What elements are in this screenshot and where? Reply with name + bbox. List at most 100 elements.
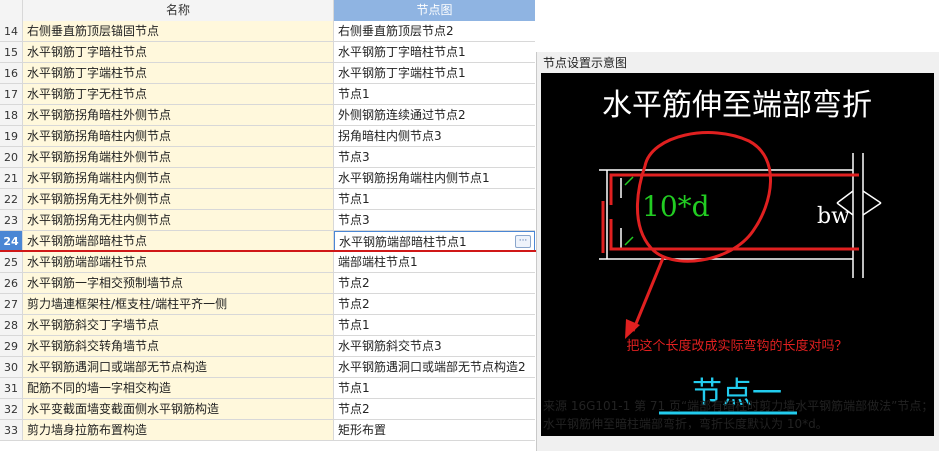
row-name-cell[interactable]: 水平钢筋丁字暗柱节点 xyxy=(23,42,334,63)
row-number[interactable]: 19 xyxy=(0,126,23,147)
row-name-cell[interactable]: 水平钢筋一字相交预制墙节点 xyxy=(23,273,334,294)
row-node-cell[interactable]: 节点2 xyxy=(334,273,535,294)
row-name-cell[interactable]: 水平钢筋拐角无柱外侧节点 xyxy=(23,189,334,210)
table-row[interactable]: 33 剪力墙身拉筋布置构造 矩形布置 xyxy=(0,420,535,441)
row-number[interactable]: 16 xyxy=(0,63,23,84)
red-annotation-line xyxy=(0,250,542,252)
table-row[interactable]: 31 配筋不同的墙一字相交构造 节点1 xyxy=(0,378,535,399)
row-number-header xyxy=(0,0,23,22)
row-node-value: 拐角暗柱内侧节点3 xyxy=(338,129,442,143)
row-name-cell[interactable]: 水平钢筋拐角无柱内侧节点 xyxy=(23,210,334,231)
table-row[interactable]: 24 水平钢筋端部暗柱节点 水平钢筋端部暗柱节点1 ··· xyxy=(0,231,535,252)
row-node-cell[interactable]: 右侧垂直筋顶层节点2 xyxy=(334,21,535,42)
row-number[interactable]: 29 xyxy=(0,336,23,357)
row-name-cell[interactable]: 水平钢筋丁字端柱节点 xyxy=(23,63,334,84)
row-number[interactable]: 14 xyxy=(0,21,23,42)
row-node-cell[interactable]: 节点3 xyxy=(334,210,535,231)
table-row[interactable]: 19 水平钢筋拐角暗柱内侧节点 拐角暗柱内侧节点3 xyxy=(0,126,535,147)
node-column-header[interactable]: 节点图 xyxy=(334,0,535,22)
diagram-heading: 水平筋伸至端部弯折 xyxy=(602,88,872,123)
row-name-cell[interactable]: 右侧垂直筋顶层锚固节点 xyxy=(23,21,334,42)
row-node-cell[interactable]: 水平钢筋斜交节点3 xyxy=(334,336,535,357)
row-name-cell[interactable]: 水平钢筋端部端柱节点 xyxy=(23,252,334,273)
table-row[interactable]: 18 水平钢筋拐角暗柱外侧节点 外侧钢筋连续通过节点2 xyxy=(0,105,535,126)
row-node-value: 水平钢筋遇洞口或端部无节点构造2 xyxy=(338,360,526,374)
row-node-value: 节点1 xyxy=(338,192,370,206)
row-node-value: 节点1 xyxy=(338,87,370,101)
row-node-cell[interactable]: 节点1 xyxy=(334,315,535,336)
row-node-cell[interactable]: 水平钢筋丁字端柱节点1 xyxy=(334,63,535,84)
node-preview-panel: 节点设置示意图 水平筋伸至端部弯折 10*d bw 把这个长度改成实际弯钩的长度… xyxy=(536,52,939,451)
row-number[interactable]: 31 xyxy=(0,378,23,399)
name-column-header[interactable]: 名称 xyxy=(23,0,334,22)
row-name-cell[interactable]: 水平钢筋端部暗柱节点 xyxy=(23,231,334,252)
annotation-question: 把这个长度改成实际弯钩的长度对吗？ xyxy=(626,338,847,354)
row-number[interactable]: 32 xyxy=(0,399,23,420)
row-name-cell[interactable]: 水平变截面墙变截面侧水平钢筋构造 xyxy=(23,399,334,420)
table-row[interactable]: 20 水平钢筋拐角端柱外侧节点 节点3 xyxy=(0,147,535,168)
row-number[interactable]: 30 xyxy=(0,357,23,378)
table-row[interactable]: 28 水平钢筋斜交丁字墙节点 节点1 xyxy=(0,315,535,336)
table-row[interactable]: 26 水平钢筋一字相交预制墙节点 节点2 xyxy=(0,273,535,294)
table-row[interactable]: 14 右侧垂直筋顶层锚固节点 右侧垂直筋顶层节点2 xyxy=(0,21,535,42)
row-node-cell[interactable]: 水平钢筋遇洞口或端部无节点构造2 xyxy=(334,357,535,378)
row-number[interactable]: 21 xyxy=(0,168,23,189)
row-node-value: 水平钢筋丁字端柱节点1 xyxy=(338,66,466,80)
row-name-cell[interactable]: 水平钢筋拐角暗柱外侧节点 xyxy=(23,105,334,126)
row-name-cell[interactable]: 剪力墙身拉筋布置构造 xyxy=(23,420,334,441)
row-name-cell[interactable]: 水平钢筋斜交转角墙节点 xyxy=(23,336,334,357)
row-number[interactable]: 24 xyxy=(0,231,23,252)
table-row[interactable]: 32 水平变截面墙变截面侧水平钢筋构造 节点2 xyxy=(0,399,535,420)
row-name-cell[interactable]: 水平钢筋拐角端柱外侧节点 xyxy=(23,147,334,168)
row-node-cell[interactable]: 节点1 xyxy=(334,189,535,210)
row-number[interactable]: 28 xyxy=(0,315,23,336)
table-row[interactable]: 17 水平钢筋丁字无柱节点 节点1 xyxy=(0,84,535,105)
row-node-cell[interactable]: 节点1 xyxy=(334,378,535,399)
table-row[interactable]: 16 水平钢筋丁字端柱节点 水平钢筋丁字端柱节点1 xyxy=(0,63,535,84)
row-name-cell[interactable]: 水平钢筋拐角暗柱内侧节点 xyxy=(23,126,334,147)
row-number[interactable]: 17 xyxy=(0,84,23,105)
row-number[interactable]: 18 xyxy=(0,105,23,126)
row-name-cell[interactable]: 水平钢筋拐角端柱内侧节点 xyxy=(23,168,334,189)
table-row[interactable]: 15 水平钢筋丁字暗柱节点 水平钢筋丁字暗柱节点1 xyxy=(0,42,535,63)
row-node-value: 节点3 xyxy=(338,213,370,227)
row-node-cell[interactable]: 水平钢筋拐角端柱内侧节点1 xyxy=(334,168,535,189)
table-row[interactable]: 22 水平钢筋拐角无柱外侧节点 节点1 xyxy=(0,189,535,210)
row-number[interactable]: 27 xyxy=(0,294,23,315)
row-number[interactable]: 23 xyxy=(0,210,23,231)
row-number[interactable]: 20 xyxy=(0,147,23,168)
row-node-value: 水平钢筋丁字暗柱节点1 xyxy=(338,45,466,59)
table-row[interactable]: 30 水平钢筋遇洞口或端部无节点构造 水平钢筋遇洞口或端部无节点构造2 xyxy=(0,357,535,378)
row-node-cell[interactable]: 节点2 xyxy=(334,399,535,420)
row-name-cell[interactable]: 水平钢筋遇洞口或端部无节点构造 xyxy=(23,357,334,378)
row-node-cell[interactable]: 节点2 xyxy=(334,294,535,315)
row-name-cell[interactable]: 水平钢筋丁字无柱节点 xyxy=(23,84,334,105)
row-name-cell[interactable]: 剪力墙連框架柱/框支柱/端柱平齐一侧 xyxy=(23,294,334,315)
row-name-cell[interactable]: 配筋不同的墙一字相交构造 xyxy=(23,378,334,399)
row-node-cell[interactable]: 水平钢筋端部暗柱节点1 ··· xyxy=(334,231,535,252)
row-number[interactable]: 22 xyxy=(0,189,23,210)
row-number[interactable]: 26 xyxy=(0,273,23,294)
row-node-value: 水平钢筋端部暗柱节点1 xyxy=(339,235,467,249)
row-node-value: 矩形布置 xyxy=(338,423,387,437)
table-row[interactable]: 29 水平钢筋斜交转角墙节点 水平钢筋斜交节点3 xyxy=(0,336,535,357)
table-row[interactable]: 21 水平钢筋拐角端柱内侧节点 水平钢筋拐角端柱内侧节点1 xyxy=(0,168,535,189)
row-number[interactable]: 25 xyxy=(0,252,23,273)
node-diagram: 水平筋伸至端部弯折 10*d bw 把这个长度改成实际弯钩的长度对吗？ 节点一 xyxy=(541,73,934,436)
row-node-value: 节点1 xyxy=(338,381,370,395)
table-row[interactable]: 23 水平钢筋拐角无柱内侧节点 节点3 xyxy=(0,210,535,231)
node-diagram-svg: 水平筋伸至端部弯折 10*d bw 把这个长度改成实际弯钩的长度对吗？ 节点一 xyxy=(599,88,882,415)
table-row[interactable]: 27 剪力墙連框架柱/框支柱/端柱平齐一侧 节点2 xyxy=(0,294,535,315)
table-row[interactable]: 25 水平钢筋端部端柱节点 端部端柱节点1 xyxy=(0,252,535,273)
ellipsis-button-icon[interactable]: ··· xyxy=(515,235,531,248)
row-node-cell[interactable]: 水平钢筋丁字暗柱节点1 xyxy=(334,42,535,63)
row-node-cell[interactable]: 节点1 xyxy=(334,84,535,105)
row-node-cell[interactable]: 外侧钢筋连续通过节点2 xyxy=(334,105,535,126)
row-number[interactable]: 15 xyxy=(0,42,23,63)
row-number[interactable]: 33 xyxy=(0,420,23,441)
row-name-cell[interactable]: 水平钢筋斜交丁字墙节点 xyxy=(23,315,334,336)
row-node-cell[interactable]: 端部端柱节点1 xyxy=(334,252,535,273)
row-node-cell[interactable]: 矩形布置 xyxy=(334,420,535,441)
row-node-cell[interactable]: 节点3 xyxy=(334,147,535,168)
row-node-cell[interactable]: 拐角暗柱内侧节点3 xyxy=(334,126,535,147)
